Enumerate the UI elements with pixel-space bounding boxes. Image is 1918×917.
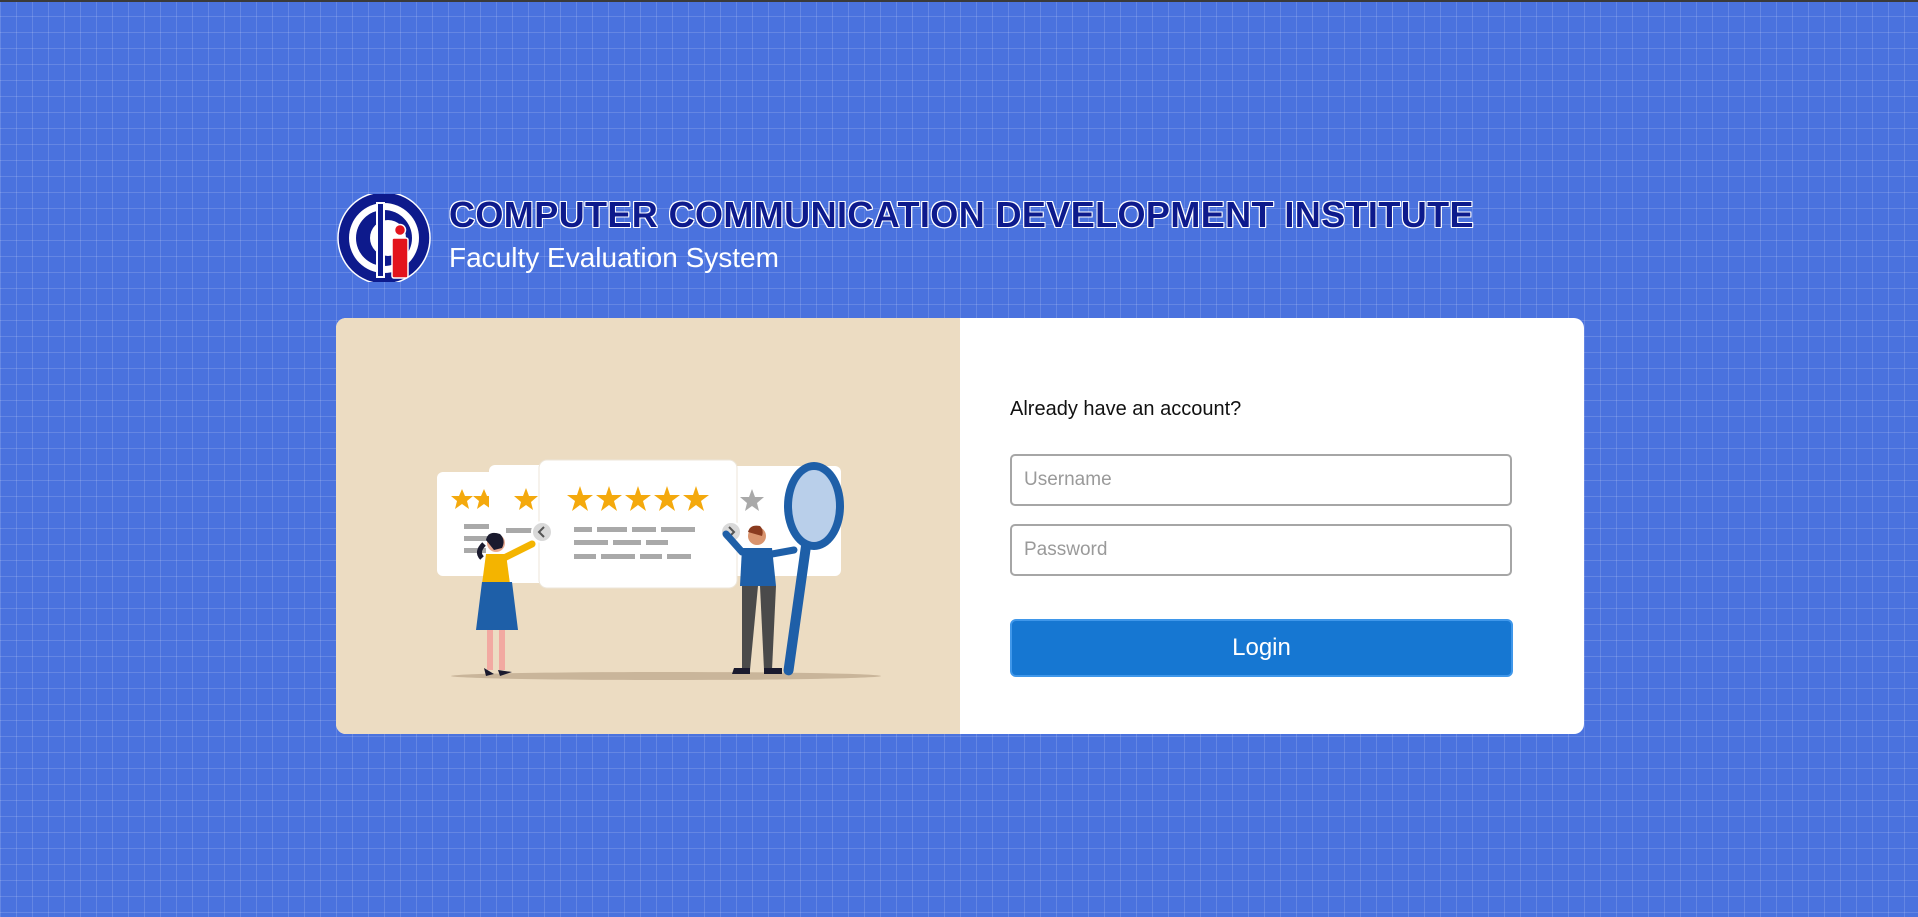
institute-name: COMPUTER COMMUNICATION DEVELOPMENT INSTI… [449,194,1474,235]
rating-review-image [437,459,881,680]
institute-logo: i [337,194,431,282]
password-input[interactable] [1010,524,1512,576]
login-button[interactable]: Login [1010,619,1513,677]
page-header: i COMPUTER COMMUNICATION DEVELOPMENT INS… [336,192,1536,282]
review-illustration [336,318,960,734]
review-card-main [538,459,738,589]
login-form: Already have an account? Login [1010,318,1514,734]
chevron-left-icon [531,521,553,543]
username-input[interactable] [1010,454,1512,506]
login-prompt: Already have an account? [1010,398,1242,420]
system-name: Faculty Evaluation System [449,242,779,273]
login-card: Already have an account? Login [336,318,1584,734]
